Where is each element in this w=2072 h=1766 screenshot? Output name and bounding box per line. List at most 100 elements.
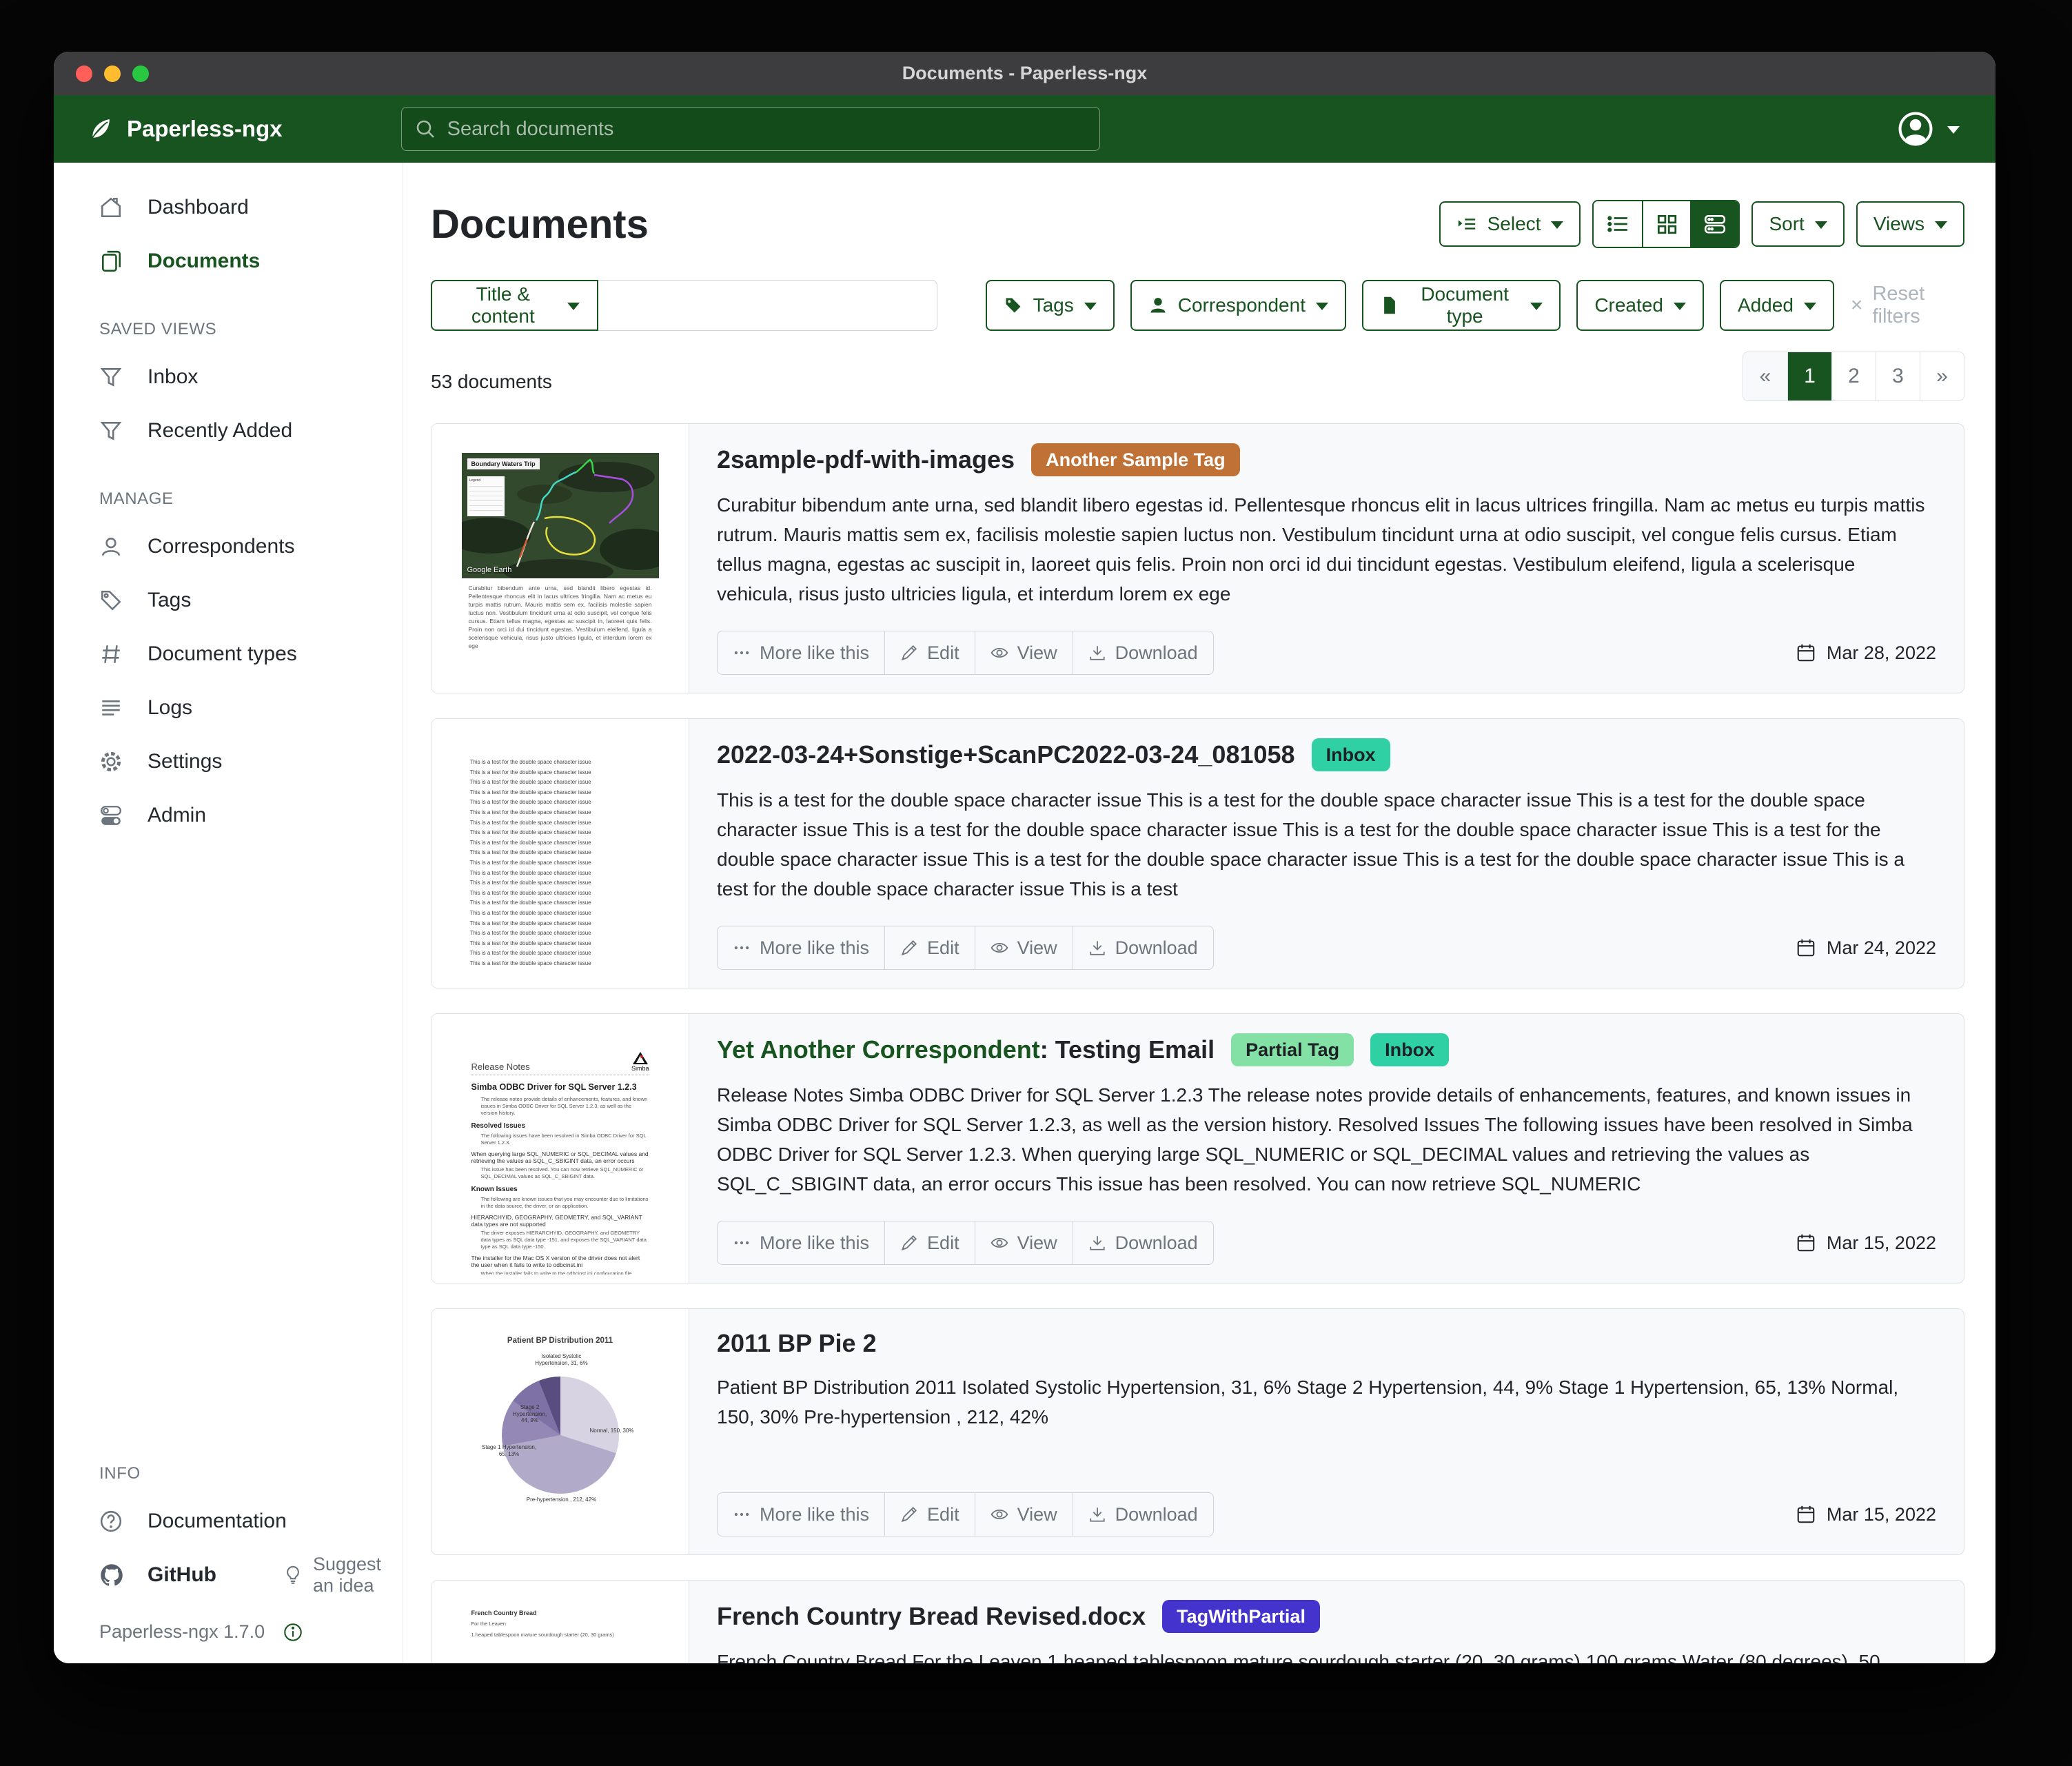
sidebar-item-label: Documentation bbox=[148, 1510, 287, 1532]
chevron-down-icon bbox=[1530, 303, 1543, 310]
download-button[interactable]: Download bbox=[1072, 926, 1213, 969]
document-thumbnail[interactable]: French Country Bread For the Leaven 1 he… bbox=[431, 1581, 689, 1663]
funnel-icon bbox=[99, 419, 123, 443]
tag-badge[interactable]: Inbox bbox=[1311, 738, 1390, 771]
close-window-button[interactable] bbox=[76, 65, 92, 82]
search-input[interactable] bbox=[445, 116, 1087, 141]
hash-icon bbox=[99, 642, 123, 666]
info-circle-icon[interactable] bbox=[283, 1622, 303, 1643]
created-filter-button[interactable]: Created bbox=[1576, 280, 1704, 331]
correspondent-filter-button[interactable]: Correspondent bbox=[1130, 280, 1346, 331]
calendar-icon bbox=[1796, 642, 1816, 663]
three-dots-icon bbox=[733, 644, 751, 662]
pagination-page-3[interactable]: 3 bbox=[1876, 352, 1920, 400]
document-thumbnail[interactable]: This is a test for the double space char… bbox=[431, 719, 689, 988]
select-dropdown-button[interactable]: Select bbox=[1439, 201, 1581, 247]
brand-name: Paperless-ngx bbox=[127, 116, 283, 141]
added-filter-button[interactable]: Added bbox=[1719, 280, 1834, 331]
document-date: Mar 15, 2022 bbox=[1796, 1232, 1936, 1254]
sidebar-item-label: Settings bbox=[148, 750, 223, 773]
view-button[interactable]: View bbox=[974, 926, 1073, 969]
edit-button[interactable]: Edit bbox=[884, 1493, 975, 1536]
global-search[interactable] bbox=[400, 107, 1100, 151]
more-like-this-button[interactable]: More like this bbox=[718, 926, 884, 969]
chevron-down-icon bbox=[1814, 221, 1827, 229]
view-button[interactable]: View bbox=[974, 1493, 1073, 1536]
download-button[interactable]: Download bbox=[1072, 1493, 1213, 1536]
edit-button[interactable]: Edit bbox=[884, 926, 975, 969]
suggest-idea-link[interactable]: Suggest an idea bbox=[283, 1554, 403, 1596]
document-title[interactable]: 2022-03-24+Sonstige+ScanPC2022-03-24_081… bbox=[717, 740, 1295, 770]
created-filter-label: Created bbox=[1594, 294, 1663, 316]
document-title[interactable]: 2011 BP Pie 2 bbox=[717, 1328, 877, 1359]
download-button[interactable]: Download bbox=[1072, 1221, 1213, 1264]
pagination-page-2[interactable]: 2 bbox=[1831, 352, 1876, 400]
document-correspondent[interactable]: Yet Another Correspondent bbox=[717, 1035, 1040, 1064]
reset-filters-button[interactable]: × Reset filters bbox=[1851, 283, 1964, 328]
chevron-down-icon bbox=[1551, 221, 1564, 229]
download-button[interactable]: Download bbox=[1072, 631, 1213, 674]
sidebar-item-label: Recently Added bbox=[148, 419, 293, 442]
tag-badge[interactable]: TagWithPartial bbox=[1162, 1600, 1320, 1633]
tag-badge[interactable]: Inbox bbox=[1370, 1033, 1450, 1066]
views-dropdown-button[interactable]: Views bbox=[1856, 201, 1964, 247]
view-button[interactable]: View bbox=[974, 631, 1073, 674]
tag-badge[interactable]: Partial Tag bbox=[1231, 1033, 1354, 1066]
edit-button[interactable]: Edit bbox=[884, 631, 975, 674]
sidebar-item-document-types[interactable]: Document types bbox=[54, 627, 403, 681]
pagination: « 1 2 3 » bbox=[1743, 352, 1964, 401]
zoom-window-button[interactable] bbox=[132, 65, 149, 82]
sidebar-item-dashboard[interactable]: Dashboard bbox=[54, 181, 403, 234]
sidebar-item-label: Correspondents bbox=[148, 535, 295, 558]
sidebar-item-inbox[interactable]: Inbox bbox=[54, 350, 403, 404]
document-title[interactable]: French Country Bread Revised.docx bbox=[717, 1601, 1146, 1632]
more-like-this-button[interactable]: More like this bbox=[718, 631, 884, 674]
pagination-prev[interactable]: « bbox=[1743, 352, 1787, 400]
user-menu[interactable] bbox=[1898, 111, 1960, 147]
document-date: Mar 15, 2022 bbox=[1796, 1504, 1936, 1525]
thumb-body-text: Curabitur bibendum ante urna, sed blandi… bbox=[468, 585, 652, 649]
pagination-next[interactable]: » bbox=[1920, 352, 1964, 400]
sidebar-item-documentation[interactable]: Documentation bbox=[54, 1494, 403, 1548]
sidebar-item-recently-added[interactable]: Recently Added bbox=[54, 404, 403, 458]
pagination-page-1[interactable]: 1 bbox=[1787, 352, 1831, 400]
search-field-dropdown-button[interactable]: Title & content bbox=[431, 280, 598, 331]
document-type-filter-label: Document type bbox=[1421, 283, 1509, 327]
home-icon bbox=[99, 196, 123, 219]
leaf-logo-icon bbox=[87, 115, 114, 143]
tag-icon bbox=[99, 589, 123, 612]
chevron-down-icon bbox=[1084, 303, 1097, 310]
tag-badge[interactable]: Another Sample Tag bbox=[1031, 443, 1240, 476]
sidebar-item-logs[interactable]: Logs bbox=[54, 681, 403, 735]
sidebar-item-documents[interactable]: Documents bbox=[54, 234, 403, 288]
thumb-map-legend: Legend bbox=[467, 476, 505, 516]
minimize-window-button[interactable] bbox=[104, 65, 121, 82]
main-content: Documents Select Sort Views Title & cont… bbox=[403, 163, 1995, 1663]
sidebar-item-admin[interactable]: Admin bbox=[54, 789, 403, 842]
document-type-filter-button[interactable]: Document type bbox=[1361, 280, 1561, 331]
document-title[interactable]: 2sample-pdf-with-images bbox=[717, 445, 1015, 475]
sidebar-item-correspondents[interactable]: Correspondents bbox=[54, 520, 403, 574]
brand[interactable]: Paperless-ngx bbox=[87, 115, 283, 143]
info-header: INFO bbox=[99, 1464, 141, 1483]
sidebar-item-settings[interactable]: Settings bbox=[54, 735, 403, 789]
filter-query-input[interactable] bbox=[598, 280, 938, 331]
view-mode-list-button[interactable] bbox=[1594, 201, 1643, 247]
document-title[interactable]: Yet Another Correspondent: Testing Email bbox=[717, 1035, 1215, 1065]
view-mode-grid-button[interactable] bbox=[1642, 201, 1691, 247]
view-button[interactable]: View bbox=[974, 1221, 1073, 1264]
more-like-this-button[interactable]: More like this bbox=[718, 1493, 884, 1536]
lightbulb-icon bbox=[283, 1565, 303, 1585]
app-window: Documents - Paperless-ngx Paperless-ngx bbox=[54, 52, 1995, 1663]
document-thumbnail[interactable]: Release Notes Simba Simba ODBC Driver fo… bbox=[431, 1014, 689, 1283]
page-title: Documents bbox=[431, 201, 649, 247]
document-thumbnail[interactable]: Boundary Waters Trip Legend Google Earth… bbox=[431, 424, 689, 693]
sidebar-item-tags[interactable]: Tags bbox=[54, 574, 403, 627]
view-mode-details-button[interactable] bbox=[1690, 201, 1739, 247]
tags-filter-button[interactable]: Tags bbox=[985, 280, 1115, 331]
edit-button[interactable]: Edit bbox=[884, 1221, 975, 1264]
document-thumbnail[interactable]: Patient BP Distribution 2011 Isolated Sy… bbox=[431, 1309, 689, 1554]
sort-dropdown-button[interactable]: Sort bbox=[1751, 201, 1845, 247]
github-link[interactable]: GitHub bbox=[148, 1563, 216, 1587]
more-like-this-button[interactable]: More like this bbox=[718, 1221, 884, 1264]
